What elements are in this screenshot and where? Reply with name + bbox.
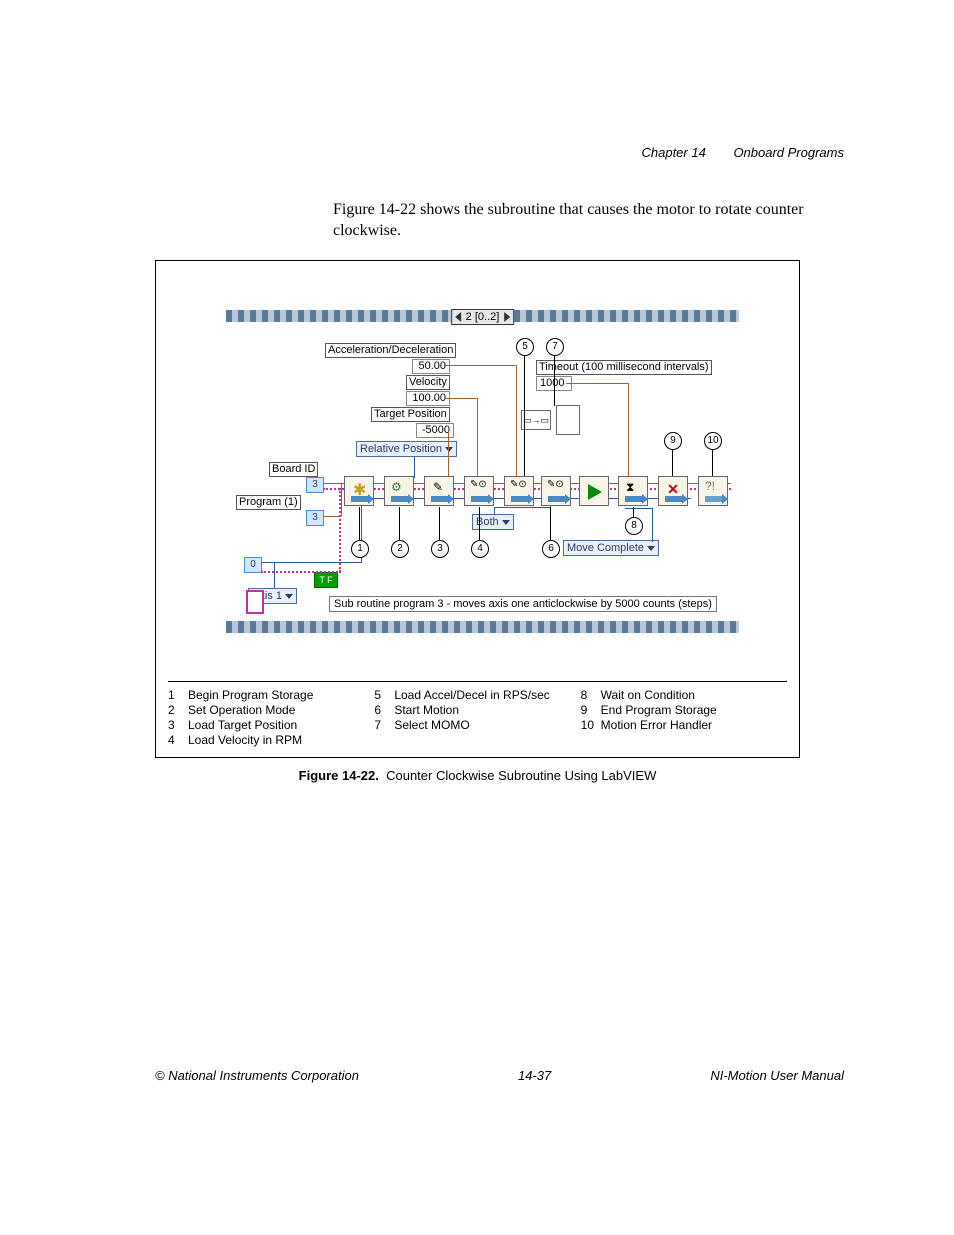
momo-icon: ▭→▭ [521,410,551,430]
body-paragraph: Figure 14-22 shows the subroutine that c… [333,200,843,242]
footer-copyright: © National Instruments Corporation [155,1068,359,1083]
callout-4: 4 [471,540,489,558]
footer-manual-title: NI-Motion User Manual [710,1068,844,1083]
page-footer: © National Instruments Corporation 14-37… [155,1068,844,1083]
callout-3: 3 [431,540,449,558]
vi-load-accel-decel: ✎⊙ [504,476,534,506]
legend-col-3: 8Wait on Condition 9End Program Storage … [581,688,787,748]
accel-value: 50.00 [412,359,450,374]
vi-motion-error-handler: ?! [698,476,728,506]
relative-position-dropdown: Relative Position [356,441,457,457]
vi-load-target-position: ✎ [424,476,454,506]
chapter-number: Chapter 14 [641,145,705,160]
legend-col-1: 1Begin Program Storage 2Set Operation Mo… [168,688,374,748]
legend-col-2: 5Load Accel/Decel in RPS/sec 6Start Moti… [374,688,580,748]
subroutine-comment: Sub routine program 3 - moves axis one a… [329,596,717,612]
chapter-title: Onboard Programs [733,145,844,160]
vi-select-momo: ✎⊙ [541,476,571,506]
callout-9: 9 [664,432,682,450]
move-complete-dropdown: Move Complete [563,540,659,556]
program-value: 3 [306,510,324,526]
accel-label: Acceleration/Deceleration [325,343,456,358]
labview-diagram: 2 [0..2] Acceleration/Deceleration 50.00… [156,261,799,666]
board-id-value: 3 [306,477,324,493]
prog-indicator [246,590,264,614]
callout-1: 1 [351,540,369,558]
velocity-label: Velocity [406,375,450,390]
vi-begin-program-storage: ✱ [344,476,374,506]
target-pos-label: Target Position [371,407,450,422]
vi-wait-on-condition: ⧗ [618,476,648,506]
vi-set-operation-mode: ⚙ [384,476,414,506]
figure-legend: 1Begin Program Storage 2Set Operation Mo… [168,681,787,748]
vi-load-velocity-rpm: ✎⊙ [464,476,494,506]
timeout-label: Timeout (100 millisecond intervals) [536,360,712,375]
zero-constant: 0 [244,557,262,573]
vi-end-program-storage [658,476,688,506]
figure-number: Figure 14-22. [299,768,379,783]
callout-7: 7 [546,338,564,356]
sequence-bottom-border [226,621,739,633]
figure-caption-text: Counter Clockwise Subroutine Using LabVI… [386,768,656,783]
momo-cluster-icon [556,405,580,435]
footer-page-number: 14-37 [518,1068,551,1083]
tf-indicator: T F [314,572,338,588]
figure-container: 2 [0..2] Acceleration/Deceleration 50.00… [155,260,800,758]
board-id-label: Board ID [269,462,318,477]
case-selector: 2 [0..2] [451,309,515,325]
callout-5: 5 [516,338,534,356]
callout-8: 8 [625,517,643,535]
callout-10: 10 [704,432,722,450]
callout-2: 2 [391,540,409,558]
figure-caption: Figure 14-22. Counter Clockwise Subrouti… [155,768,800,783]
case-structure: 2 [0..2] Acceleration/Deceleration 50.00… [226,310,739,633]
vi-start-motion [579,476,609,506]
callout-6: 6 [542,540,560,558]
page-header: Chapter 14 Onboard Programs [641,145,844,160]
program-label: Program (1) [236,495,301,510]
